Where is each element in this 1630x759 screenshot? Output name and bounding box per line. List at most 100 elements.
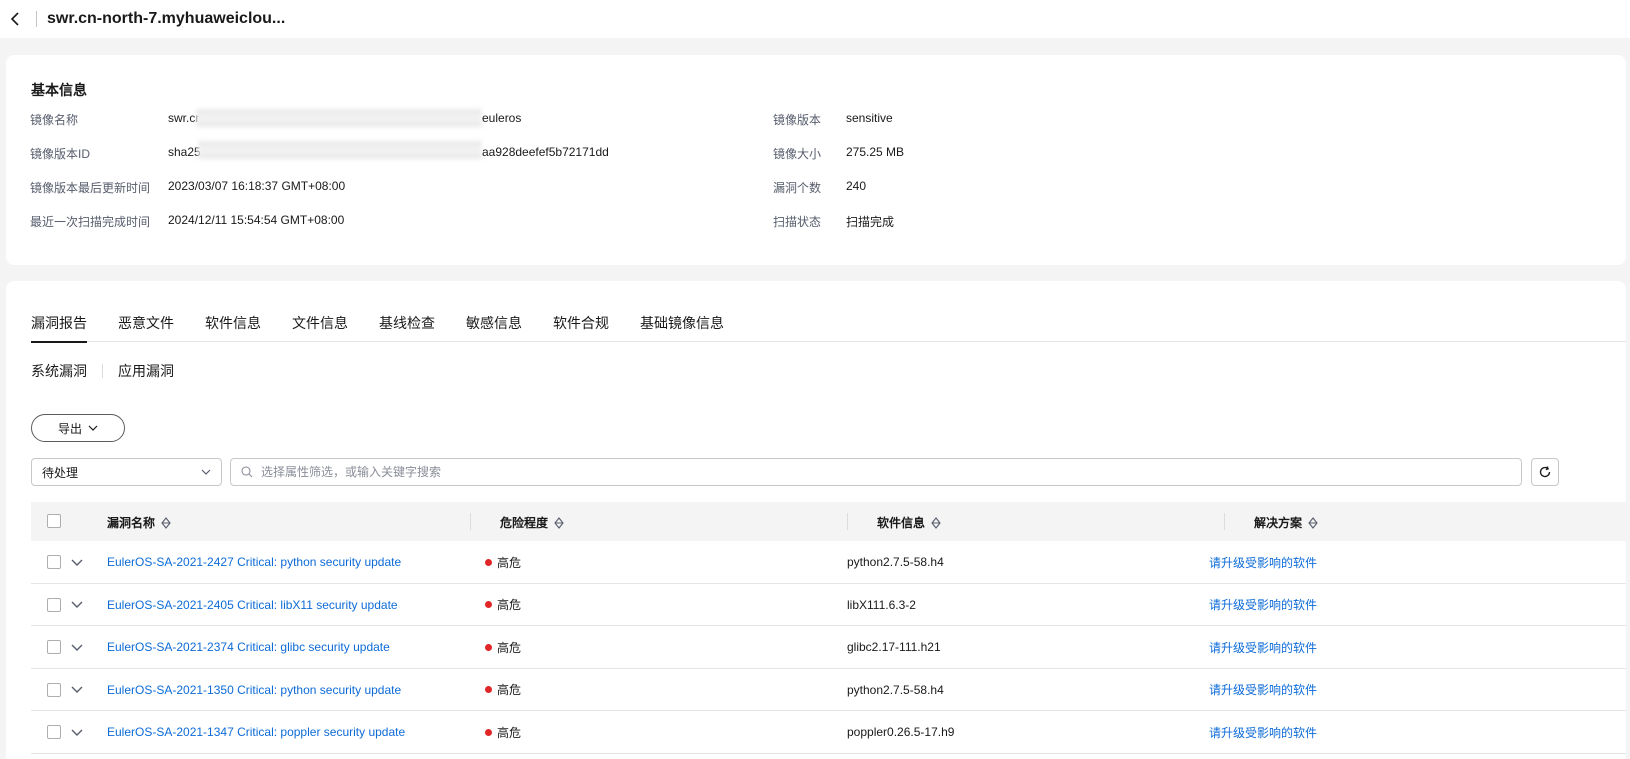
severity-cell: 高危 — [485, 626, 521, 668]
column-divider — [470, 513, 471, 530]
title-divider — [36, 11, 37, 27]
solution-link[interactable]: 请升级受影响的软件 — [1209, 626, 1317, 668]
row-expand-toggle[interactable] — [71, 711, 83, 753]
last-scan-value: 2024/12/11 15:54:54 GMT+08:00 — [168, 213, 345, 227]
export-button[interactable]: 导出 — [31, 414, 125, 442]
severity-label: 高危 — [497, 683, 522, 697]
tab-software-compliance[interactable]: 软件合规 — [553, 312, 609, 342]
chevron-down-icon — [71, 644, 83, 651]
solution-link[interactable]: 请升级受影响的软件 — [1209, 541, 1317, 583]
vuln-name-link[interactable]: EulerOS-SA-2021-2405 Critical: libX11 se… — [107, 584, 398, 626]
software-cell: libX111.6.3-2 — [847, 597, 916, 612]
search-box[interactable] — [230, 458, 1522, 486]
col-header-severity[interactable]: 危险程度 — [500, 514, 564, 531]
severity-label: 高危 — [497, 725, 522, 740]
sort-icon — [931, 516, 941, 529]
col-header-software[interactable]: 软件信息 — [877, 514, 941, 531]
vuln-name-link[interactable]: EulerOS-SA-2021-2374 Critical: glibc sec… — [107, 626, 390, 668]
sort-icon — [1308, 516, 1318, 529]
basic-info-title: 基本信息 — [31, 82, 87, 98]
col-header-solution[interactable]: 解决方案 — [1254, 514, 1318, 531]
table-row: EulerOS-SA-2021-1347 Critical: poppler s… — [31, 711, 1626, 754]
image-name-value-prefix: swr.cr — [168, 111, 200, 125]
image-version-id-prefix: sha25 — [168, 145, 201, 159]
chevron-down-icon — [88, 425, 98, 431]
row-checkbox[interactable] — [47, 640, 61, 654]
tab-sensitive-info[interactable]: 敏感信息 — [466, 312, 522, 342]
column-divider — [1224, 513, 1225, 530]
refresh-button[interactable] — [1531, 458, 1559, 486]
search-input[interactable] — [261, 465, 1461, 479]
chevron-down-icon — [201, 469, 211, 475]
image-version-id-suffix: aa928deefef5b72171dd — [482, 145, 609, 159]
image-name-value-suffix: euleros — [482, 111, 522, 125]
solution-link[interactable]: 请升级受影响的软件 — [1209, 669, 1317, 711]
tab-base-image-info[interactable]: 基础镜像信息 — [640, 312, 724, 342]
chevron-left-icon — [10, 12, 19, 26]
row-expand-toggle[interactable] — [71, 626, 83, 668]
row-checkbox[interactable] — [47, 725, 61, 739]
vulnerability-table: 漏洞名称 危险程度 软件信息 解决方案 EulerOS-SA-2021-2427… — [31, 502, 1626, 754]
row-checkbox[interactable] — [47, 682, 61, 697]
software-cell: glibc2.17-111.h21 — [847, 640, 941, 654]
severity-cell: 高危 — [485, 541, 521, 583]
last-scan-label: 最近一次扫描完成时间 — [30, 215, 151, 229]
vuln-subtabs: 系统漏洞 应用漏洞 — [31, 361, 174, 381]
table-row: EulerOS-SA-2021-2374 Critical: glibc sec… — [31, 626, 1626, 669]
table-row: EulerOS-SA-2021-1350 Critical: python se… — [31, 669, 1626, 711]
export-label: 导出 — [57, 421, 82, 436]
severity-dot — [485, 558, 492, 566]
status-filter-value: 待处理 — [42, 465, 79, 480]
select-all-checkbox[interactable] — [47, 514, 61, 528]
image-name-label: 镜像名称 — [30, 113, 79, 127]
table-row: EulerOS-SA-2021-2405 Critical: libX11 se… — [31, 584, 1626, 626]
sort-icon — [161, 516, 171, 529]
row-expand-toggle[interactable] — [71, 669, 83, 711]
tab-file-info[interactable]: 文件信息 — [292, 312, 348, 342]
vuln-count-label: 漏洞个数 — [773, 181, 822, 195]
col-header-label: 漏洞名称 — [107, 516, 156, 530]
row-expand-toggle[interactable] — [71, 541, 83, 583]
col-header-vuln-name[interactable]: 漏洞名称 — [107, 514, 171, 531]
vuln-name-link[interactable]: EulerOS-SA-2021-1347 Critical: poppler s… — [107, 711, 405, 753]
subtab-app-vulns[interactable]: 应用漏洞 — [118, 361, 174, 381]
refresh-icon — [1539, 466, 1551, 478]
page-title: swr.cn-north-7.myhuaweiclou... — [47, 10, 286, 27]
severity-dot — [485, 643, 492, 651]
scan-report-card: 漏洞报告 恶意文件 软件信息 文件信息 基线检查 敏感信息 软件合规 基础镜像信… — [6, 281, 1626, 759]
tab-vulnerability-report[interactable]: 漏洞报告 — [31, 312, 87, 343]
tab-software-info[interactable]: 软件信息 — [205, 312, 261, 342]
top-bar: swr.cn-north-7.myhuaweiclou... — [0, 0, 1630, 38]
row-checkbox[interactable] — [47, 555, 61, 569]
table-row: EulerOS-SA-2021-2427 Critical: python se… — [31, 541, 1626, 584]
scan-status-label: 扫描状态 — [773, 215, 822, 229]
row-checkbox[interactable] — [47, 597, 61, 612]
tab-baseline-check[interactable]: 基线检查 — [379, 312, 435, 342]
row-expand-toggle[interactable] — [71, 584, 83, 626]
search-icon — [241, 466, 253, 478]
severity-cell: 高危 — [485, 669, 521, 711]
table-header: 漏洞名称 危险程度 软件信息 解决方案 — [31, 502, 1626, 541]
tab-malicious-files[interactable]: 恶意文件 — [118, 312, 174, 342]
vuln-name-link[interactable]: EulerOS-SA-2021-2427 Critical: python se… — [107, 541, 401, 583]
last-updated-label: 镜像版本最后更新时间 — [30, 181, 151, 195]
software-cell: python2.7.5-58.h4 — [847, 682, 944, 697]
col-header-label: 软件信息 — [877, 516, 926, 530]
subtab-divider — [102, 364, 103, 378]
col-header-label: 危险程度 — [500, 516, 549, 530]
column-divider — [847, 513, 848, 530]
subtab-system-vulns[interactable]: 系统漏洞 — [31, 361, 87, 381]
vuln-name-link[interactable]: EulerOS-SA-2021-1350 Critical: python se… — [107, 669, 401, 711]
redacted-block — [198, 141, 482, 159]
solution-link[interactable]: 请升级受影响的软件 — [1209, 584, 1317, 626]
status-filter-select[interactable]: 待处理 — [31, 458, 222, 486]
back-button[interactable] — [6, 9, 26, 29]
severity-label: 高危 — [497, 555, 522, 570]
solution-link[interactable]: 请升级受影响的软件 — [1209, 711, 1317, 753]
severity-dot — [485, 601, 492, 608]
image-version-label: 镜像版本 — [773, 113, 822, 127]
scan-status-value: 扫描完成 — [846, 215, 895, 229]
sort-icon — [554, 516, 564, 529]
image-size-value: 275.25 MB — [846, 145, 905, 159]
severity-dot — [485, 728, 492, 736]
